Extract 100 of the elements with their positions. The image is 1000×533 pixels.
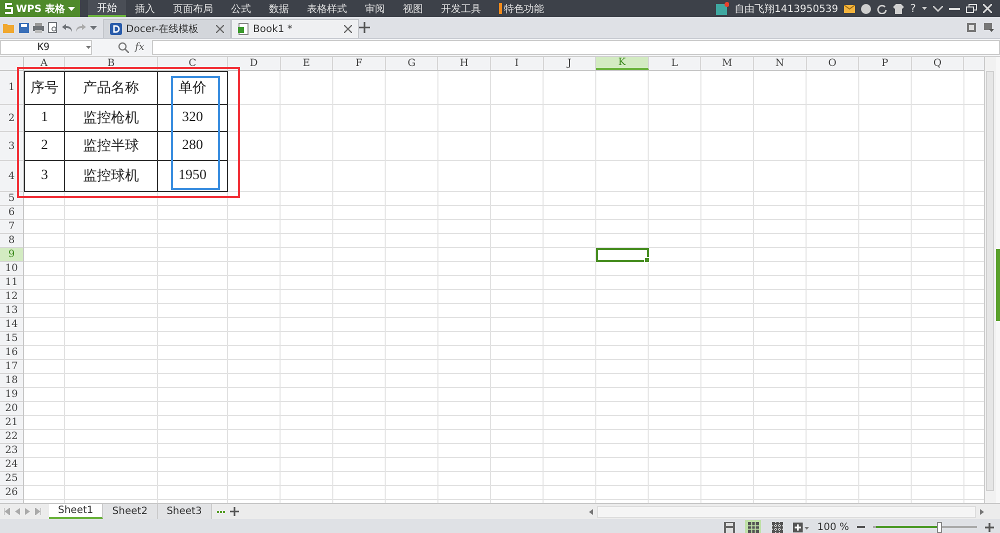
row-header[interactable]: 12 [0,290,23,304]
row-header[interactable]: 10 [0,262,23,276]
column-header[interactable]: D [228,57,281,70]
column-header[interactable]: N [754,57,807,70]
column-header[interactable]: M [701,57,754,70]
spreadsheet-file-icon [238,23,249,35]
name-box[interactable]: K9 [0,40,92,55]
column-header[interactable]: Q [912,57,964,70]
caret-icon[interactable] [922,7,927,10]
column-header[interactable]: C [158,57,228,70]
zoom-slider-thumb[interactable] [937,522,942,532]
table-cell: 1950 [158,161,228,192]
row-header[interactable]: 13 [0,304,23,318]
add-sheet-icon[interactable] [230,507,239,516]
close-icon[interactable] [216,25,224,33]
column-header[interactable]: P [859,57,912,70]
row-header[interactable]: 3 [0,132,23,161]
selected-cell[interactable] [596,248,649,262]
row-header[interactable]: 7 [0,220,23,234]
sheet-tab[interactable]: Sheet3 [158,504,212,519]
print-preview-icon[interactable] [48,22,58,33]
table-cell: 2 [24,132,65,161]
row-header[interactable]: 21 [0,416,23,430]
new-tab-plus-icon[interactable] [359,22,370,33]
row-header[interactable]: 4 [0,161,23,192]
column-header[interactable]: E [280,57,334,70]
close-icon[interactable] [344,25,352,33]
table-cell: 1 [24,105,65,132]
menu-tab[interactable]: 审阅 [356,0,394,17]
row-header[interactable]: 18 [0,374,23,388]
row-header[interactable]: 14 [0,318,23,332]
save-icon[interactable] [19,22,29,32]
column-header[interactable]: O [806,57,860,70]
row-header[interactable]: 16 [0,346,23,360]
row-header[interactable]: 6 [0,206,23,220]
menu-tab[interactable]: 视图 [394,0,432,17]
column-header[interactable]: B [65,57,158,70]
formula-input[interactable] [152,40,1000,55]
menu-tab[interactable]: 插入 [126,0,164,17]
column-header[interactable]: H [438,57,491,70]
sheet-tab[interactable]: Sheet1 [49,504,104,519]
document-tab[interactable]: Docer-在线模板 [103,19,231,38]
column-header[interactable]: G [386,57,438,70]
menu-tab[interactable]: 页面布局 [164,0,222,17]
normal-view-icon[interactable] [748,522,759,532]
mail-icon[interactable] [844,4,856,12]
zoom-search-icon[interactable] [118,42,129,53]
window-icon[interactable] [967,23,976,32]
user-avatar-icon[interactable] [716,2,729,15]
refresh-icon[interactable] [877,4,888,14]
document-tab[interactable]: Book1 * [231,19,359,38]
window-menu-icon[interactable] [984,23,994,32]
row-header[interactable]: 5 [0,192,23,206]
chevron-down-icon[interactable] [933,6,943,12]
minimize-icon[interactable] [949,8,960,10]
row-header[interactable]: 1 [0,71,23,105]
menu-tab[interactable]: 公式 [222,0,260,17]
menu-tab[interactable]: 开发工具 [432,0,490,17]
row-header[interactable]: 25 [0,472,23,486]
scroll-right-icon[interactable] [980,508,984,514]
undo-icon[interactable] [62,24,72,32]
menu-tab[interactable]: 开始 [88,0,126,17]
restore-icon[interactable] [966,4,977,13]
row-header[interactable]: 17 [0,360,23,374]
row-header[interactable]: 2 [0,105,23,132]
row-header[interactable]: 11 [0,276,23,290]
menu-tab[interactable]: 数据 [260,0,298,17]
printer-icon[interactable] [33,22,44,32]
reading-mode-icon[interactable] [793,522,810,532]
save-icon[interactable] [724,522,735,532]
column-header[interactable]: F [333,57,386,70]
help-button[interactable]: ? [910,2,916,15]
table-cell: 产品名称 [65,71,158,105]
table-cell: 3 [24,161,65,192]
column-header[interactable]: I [490,57,544,70]
scroll-left-icon[interactable] [589,508,593,514]
app-menu-button[interactable]: WPS 表格 [0,0,80,17]
page-break-view-icon[interactable] [772,522,783,532]
row-header[interactable]: 26 [0,486,23,500]
row-header[interactable]: 23 [0,444,23,458]
column-header[interactable]: L [648,57,702,70]
sheet-tab[interactable]: Sheet2 [103,504,158,519]
table-cell: 序号 [24,71,65,105]
user-name[interactable]: 自由飞翔1413950539 [734,2,838,16]
caret-icon[interactable] [86,46,91,49]
zoom-in-icon[interactable] [985,522,994,532]
row-header[interactable]: 22 [0,430,23,444]
row-header[interactable]: 20 [0,402,23,416]
horizontal-scrollbar[interactable] [597,506,976,518]
row-header[interactable]: 15 [0,332,23,346]
row-header[interactable]: 19 [0,388,23,402]
menu-tab[interactable]: 表格样式 [298,0,356,17]
shirt-icon[interactable] [893,4,904,14]
vertical-scrollbar[interactable] [984,57,996,503]
row-header[interactable]: 24 [0,458,23,472]
caret-icon[interactable] [90,26,97,30]
table-cell: 监控球机 [65,161,158,192]
column-header[interactable]: A [24,57,65,70]
insert-function-button[interactable]: fx [135,42,144,53]
menu-tab[interactable]: 特色功能 [490,0,553,17]
